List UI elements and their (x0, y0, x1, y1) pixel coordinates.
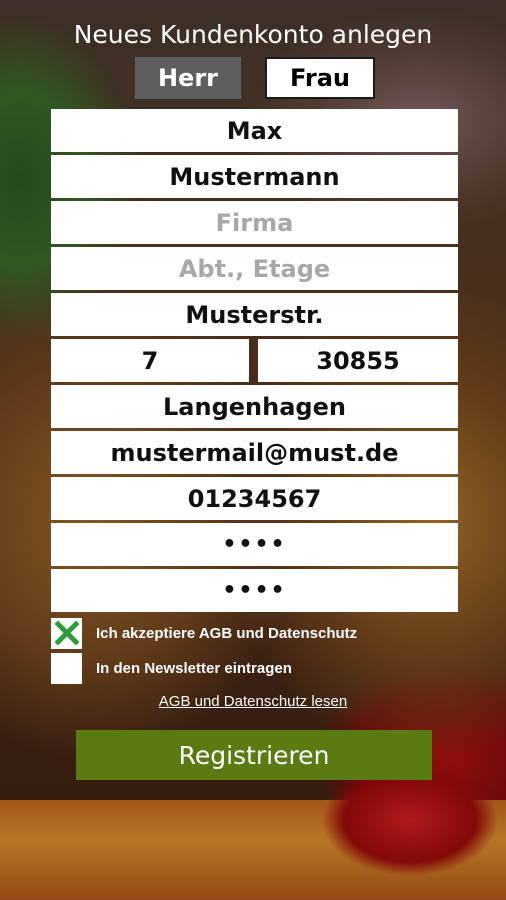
gender-mr-button[interactable]: Herr (135, 57, 241, 99)
agb-checkbox[interactable] (51, 617, 82, 649)
newsletter-check-row: In den Newsletter eintragen (51, 652, 292, 684)
gender-mrs-button[interactable]: Frau (265, 57, 375, 99)
street-field[interactable]: Musterstr. (51, 293, 458, 336)
phone-field[interactable]: 01234567 (51, 477, 458, 520)
last-name-field[interactable]: Mustermann (51, 155, 458, 198)
first-name-field[interactable]: Max (51, 109, 458, 152)
email-field[interactable]: mustermail@must.de (51, 431, 458, 474)
newsletter-check-label: In den Newsletter eintragen (96, 659, 292, 677)
house-number-field[interactable]: 7 (51, 339, 249, 382)
checkmark-icon (54, 621, 79, 645)
department-field[interactable]: Abt., Etage (51, 247, 458, 290)
registration-screen: Neues Kundenkonto anlegen Herr Frau Max … (0, 0, 506, 900)
newsletter-checkbox[interactable] (51, 652, 82, 684)
zip-field[interactable]: 30855 (258, 339, 458, 382)
agb-check-row: Ich akzeptiere AGB und Datenschutz (51, 617, 357, 649)
password-field[interactable]: •••• (51, 523, 458, 566)
page-title: Neues Kundenkonto anlegen (73, 20, 433, 49)
register-button[interactable]: Registrieren (76, 730, 432, 780)
agb-check-label: Ich akzeptiere AGB und Datenschutz (96, 624, 358, 642)
city-field[interactable]: Langenhagen (51, 385, 458, 428)
password-repeat-field[interactable]: •••• (51, 569, 458, 612)
agb-read-link[interactable]: AGB und Datenschutz lesen (0, 693, 506, 710)
company-field[interactable]: Firma (51, 201, 458, 244)
